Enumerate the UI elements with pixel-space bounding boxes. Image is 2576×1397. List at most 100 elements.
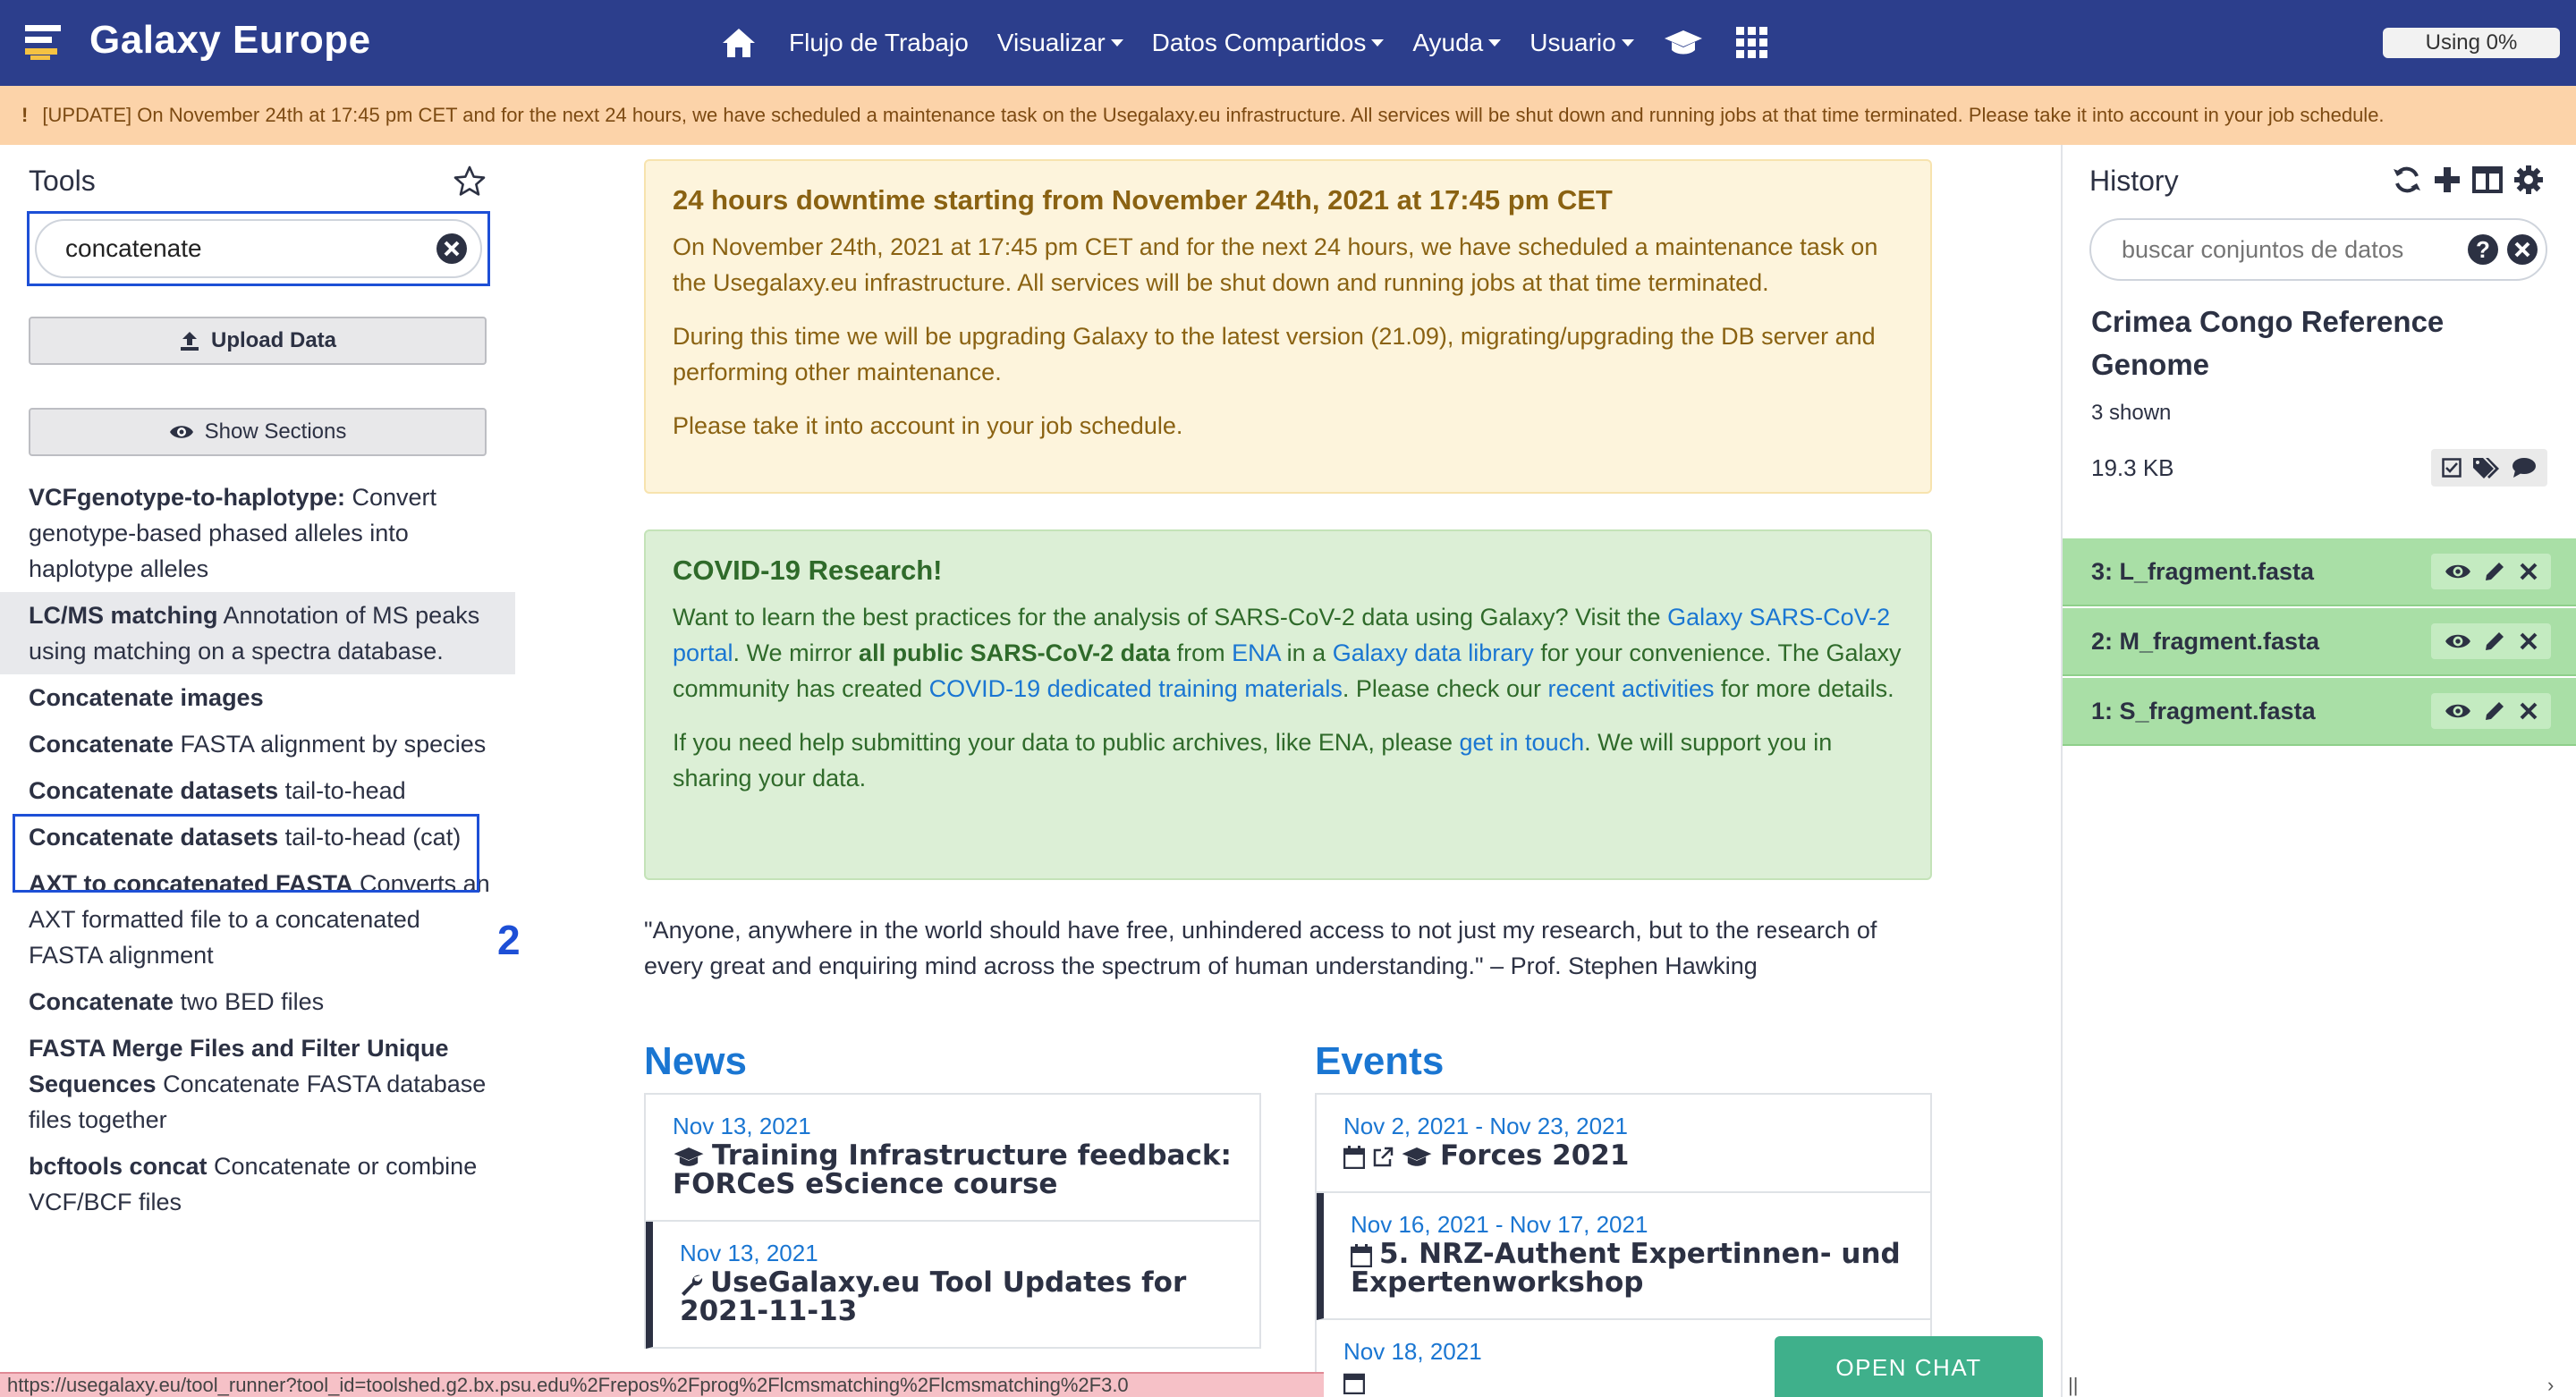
dataset-title[interactable]: 3: L_fragment.fasta: [2091, 558, 2314, 586]
event-title: Forces 2021: [1440, 1139, 1630, 1172]
tool-link[interactable]: VCFgenotype-to-haplotype: Convert genoty…: [0, 474, 515, 592]
tool-name: bcftools concat: [29, 1153, 208, 1180]
dataset-item[interactable]: 2: M_fragment.fasta: [2063, 608, 2576, 676]
graduation-cap-icon: [1402, 1147, 1432, 1166]
tool-description: FASTA alignment by species: [174, 731, 487, 758]
caret-down-icon: [1621, 39, 1634, 47]
tool-link[interactable]: bcftools concat Concatenate or combine V…: [0, 1143, 515, 1225]
tool-link[interactable]: FASTA Merge Files and Filter Unique Sequ…: [0, 1025, 515, 1143]
columns-icon[interactable]: [2472, 165, 2503, 195]
plus-icon[interactable]: [2433, 165, 2462, 195]
tool-search-input[interactable]: [65, 234, 436, 263]
news-date: Nov 13, 2021: [680, 1240, 818, 1266]
galaxy-logo-icon[interactable]: [25, 23, 66, 61]
delete-x-icon[interactable]: [2519, 631, 2538, 651]
pencil-icon[interactable]: [2484, 561, 2505, 582]
dataset-actions: [2431, 693, 2551, 729]
home-icon[interactable]: [721, 27, 757, 59]
help-icon[interactable]: ?: [2467, 233, 2499, 266]
ena-link[interactable]: ENA: [1232, 639, 1280, 666]
nav-help[interactable]: Ayuda: [1412, 29, 1502, 57]
apps-grid-icon[interactable]: [1735, 27, 1768, 59]
covid-text: If you need help submitting your data to…: [673, 729, 1460, 756]
covid-text: from: [1170, 639, 1233, 666]
news-heading: News: [644, 1039, 747, 1083]
eye-icon[interactable]: [2445, 562, 2471, 581]
clear-search-icon[interactable]: [2506, 233, 2538, 266]
eye-icon[interactable]: [2445, 631, 2471, 651]
tool-link[interactable]: Concatenate datasets tail-to-head: [0, 767, 515, 814]
tool-search-highlight: [27, 211, 490, 286]
caret-down-icon: [1371, 39, 1385, 47]
tool-name: Concatenate: [29, 731, 174, 758]
upload-data-button[interactable]: Upload Data: [29, 317, 487, 365]
chevron-right-icon[interactable]: ›: [2547, 1374, 2554, 1397]
dataset-actions: [2431, 554, 2551, 589]
show-sections-button[interactable]: Show Sections: [29, 408, 487, 456]
nav-workflow[interactable]: Flujo de Trabajo: [789, 29, 969, 57]
history-panel: History ? Crimea Congo Reference Genome …: [2061, 145, 2576, 1397]
covid-text: for more details.: [1714, 675, 1894, 702]
delete-x-icon[interactable]: [2519, 562, 2538, 581]
favorites-star-icon[interactable]: [453, 165, 487, 203]
tool-panel-heading: Tools: [29, 165, 96, 197]
pencil-icon[interactable]: [2484, 700, 2505, 722]
nav-user[interactable]: Usuario: [1530, 29, 1634, 57]
history-options: [2392, 165, 2544, 195]
training-materials-link[interactable]: COVID-19 dedicated training materials: [929, 675, 1343, 702]
dataset-actions: [2431, 623, 2551, 659]
pencil-icon[interactable]: [2484, 631, 2505, 652]
eye-icon[interactable]: [2445, 701, 2471, 721]
dataset-title[interactable]: 2: M_fragment.fasta: [2091, 628, 2319, 656]
event-item[interactable]: Nov 2, 2021 - Nov 23, 2021 Forces 2021: [1317, 1095, 1930, 1193]
history-search-input[interactable]: [2122, 235, 2467, 264]
history-actions: [2431, 449, 2547, 487]
caret-down-icon: [1110, 39, 1123, 47]
get-in-touch-link[interactable]: get in touch: [1460, 729, 1585, 756]
covid-text: . We mirror: [733, 639, 860, 666]
event-date: Nov 16, 2021 - Nov 17, 2021: [1351, 1211, 1648, 1238]
graduation-cap-icon[interactable]: [1663, 29, 1704, 57]
quota-usage-meter[interactable]: Using 0%: [2383, 28, 2560, 58]
check-square-icon[interactable]: [2442, 458, 2462, 478]
data-library-link[interactable]: Galaxy data library: [1333, 639, 1534, 666]
clear-search-icon[interactable]: [436, 233, 468, 265]
dataset-item[interactable]: 3: L_fragment.fasta: [2063, 538, 2576, 606]
calendar-icon: [1343, 1145, 1365, 1169]
masthead: Galaxy Europe Flujo de Trabajo Visualiza…: [0, 0, 2576, 86]
svg-text:?: ?: [2476, 236, 2490, 263]
tool-link-concatenate-cat[interactable]: Concatenate datasets tail-to-head (cat): [0, 814, 515, 893]
dataset-title[interactable]: 1: S_fragment.fasta: [2091, 698, 2316, 725]
panel-resize-handle[interactable]: ||: [2068, 1374, 2078, 1397]
tool-link[interactable]: Concatenate images: [0, 674, 515, 721]
event-date: Nov 2, 2021 - Nov 23, 2021: [1343, 1113, 1628, 1139]
news-item[interactable]: Nov 13, 2021 Training Infrastructure fee…: [646, 1095, 1259, 1222]
nav-shared-data[interactable]: Datos Compartidos: [1152, 29, 1385, 57]
news-item[interactable]: Nov 13, 2021 UseGalaxy.eu Tool Updates f…: [646, 1222, 1259, 1349]
refresh-icon[interactable]: [2392, 165, 2422, 195]
news-title: UseGalaxy.eu Tool Updates for 2021-11-13: [680, 1266, 1187, 1327]
tool-search-field: [35, 219, 482, 278]
upload-icon: [179, 330, 200, 351]
nav-visualize[interactable]: Visualizar: [997, 29, 1123, 57]
delete-x-icon[interactable]: [2519, 701, 2538, 721]
tool-name: LC/MS matching: [29, 602, 218, 629]
open-chat-button[interactable]: OPEN CHAT: [1775, 1336, 2043, 1397]
comment-icon[interactable]: [2512, 457, 2537, 478]
tool-link[interactable]: Concatenate FASTA alignment by species: [0, 721, 515, 767]
tool-link[interactable]: Concatenate two BED files: [0, 978, 515, 1025]
nav-visualize-label: Visualizar: [996, 29, 1106, 56]
dataset-item[interactable]: 1: S_fragment.fasta: [2063, 678, 2576, 746]
brand-title[interactable]: Galaxy Europe: [89, 18, 371, 63]
event-title: 5. NRZ-Authent Expertinnen- und Experten…: [1351, 1238, 1901, 1299]
event-item[interactable]: Nov 16, 2021 - Nov 17, 2021 5. NRZ-Authe…: [1317, 1193, 1930, 1320]
recent-activities-link[interactable]: recent activities: [1547, 675, 1714, 702]
tags-icon[interactable]: [2472, 456, 2501, 479]
tool-name: Concatenate datasets: [29, 777, 279, 804]
history-shown-count: 3 shown: [2091, 401, 2172, 425]
history-size: 19.3 KB: [2091, 454, 2174, 481]
gear-icon[interactable]: [2513, 165, 2544, 195]
tool-link[interactable]: LC/MS matching Annotation of MS peaks us…: [0, 592, 515, 674]
news-title: Training Infrastructure feedback: FORCeS…: [673, 1139, 1232, 1200]
history-name[interactable]: Crimea Congo Reference Genome: [2091, 301, 2538, 386]
